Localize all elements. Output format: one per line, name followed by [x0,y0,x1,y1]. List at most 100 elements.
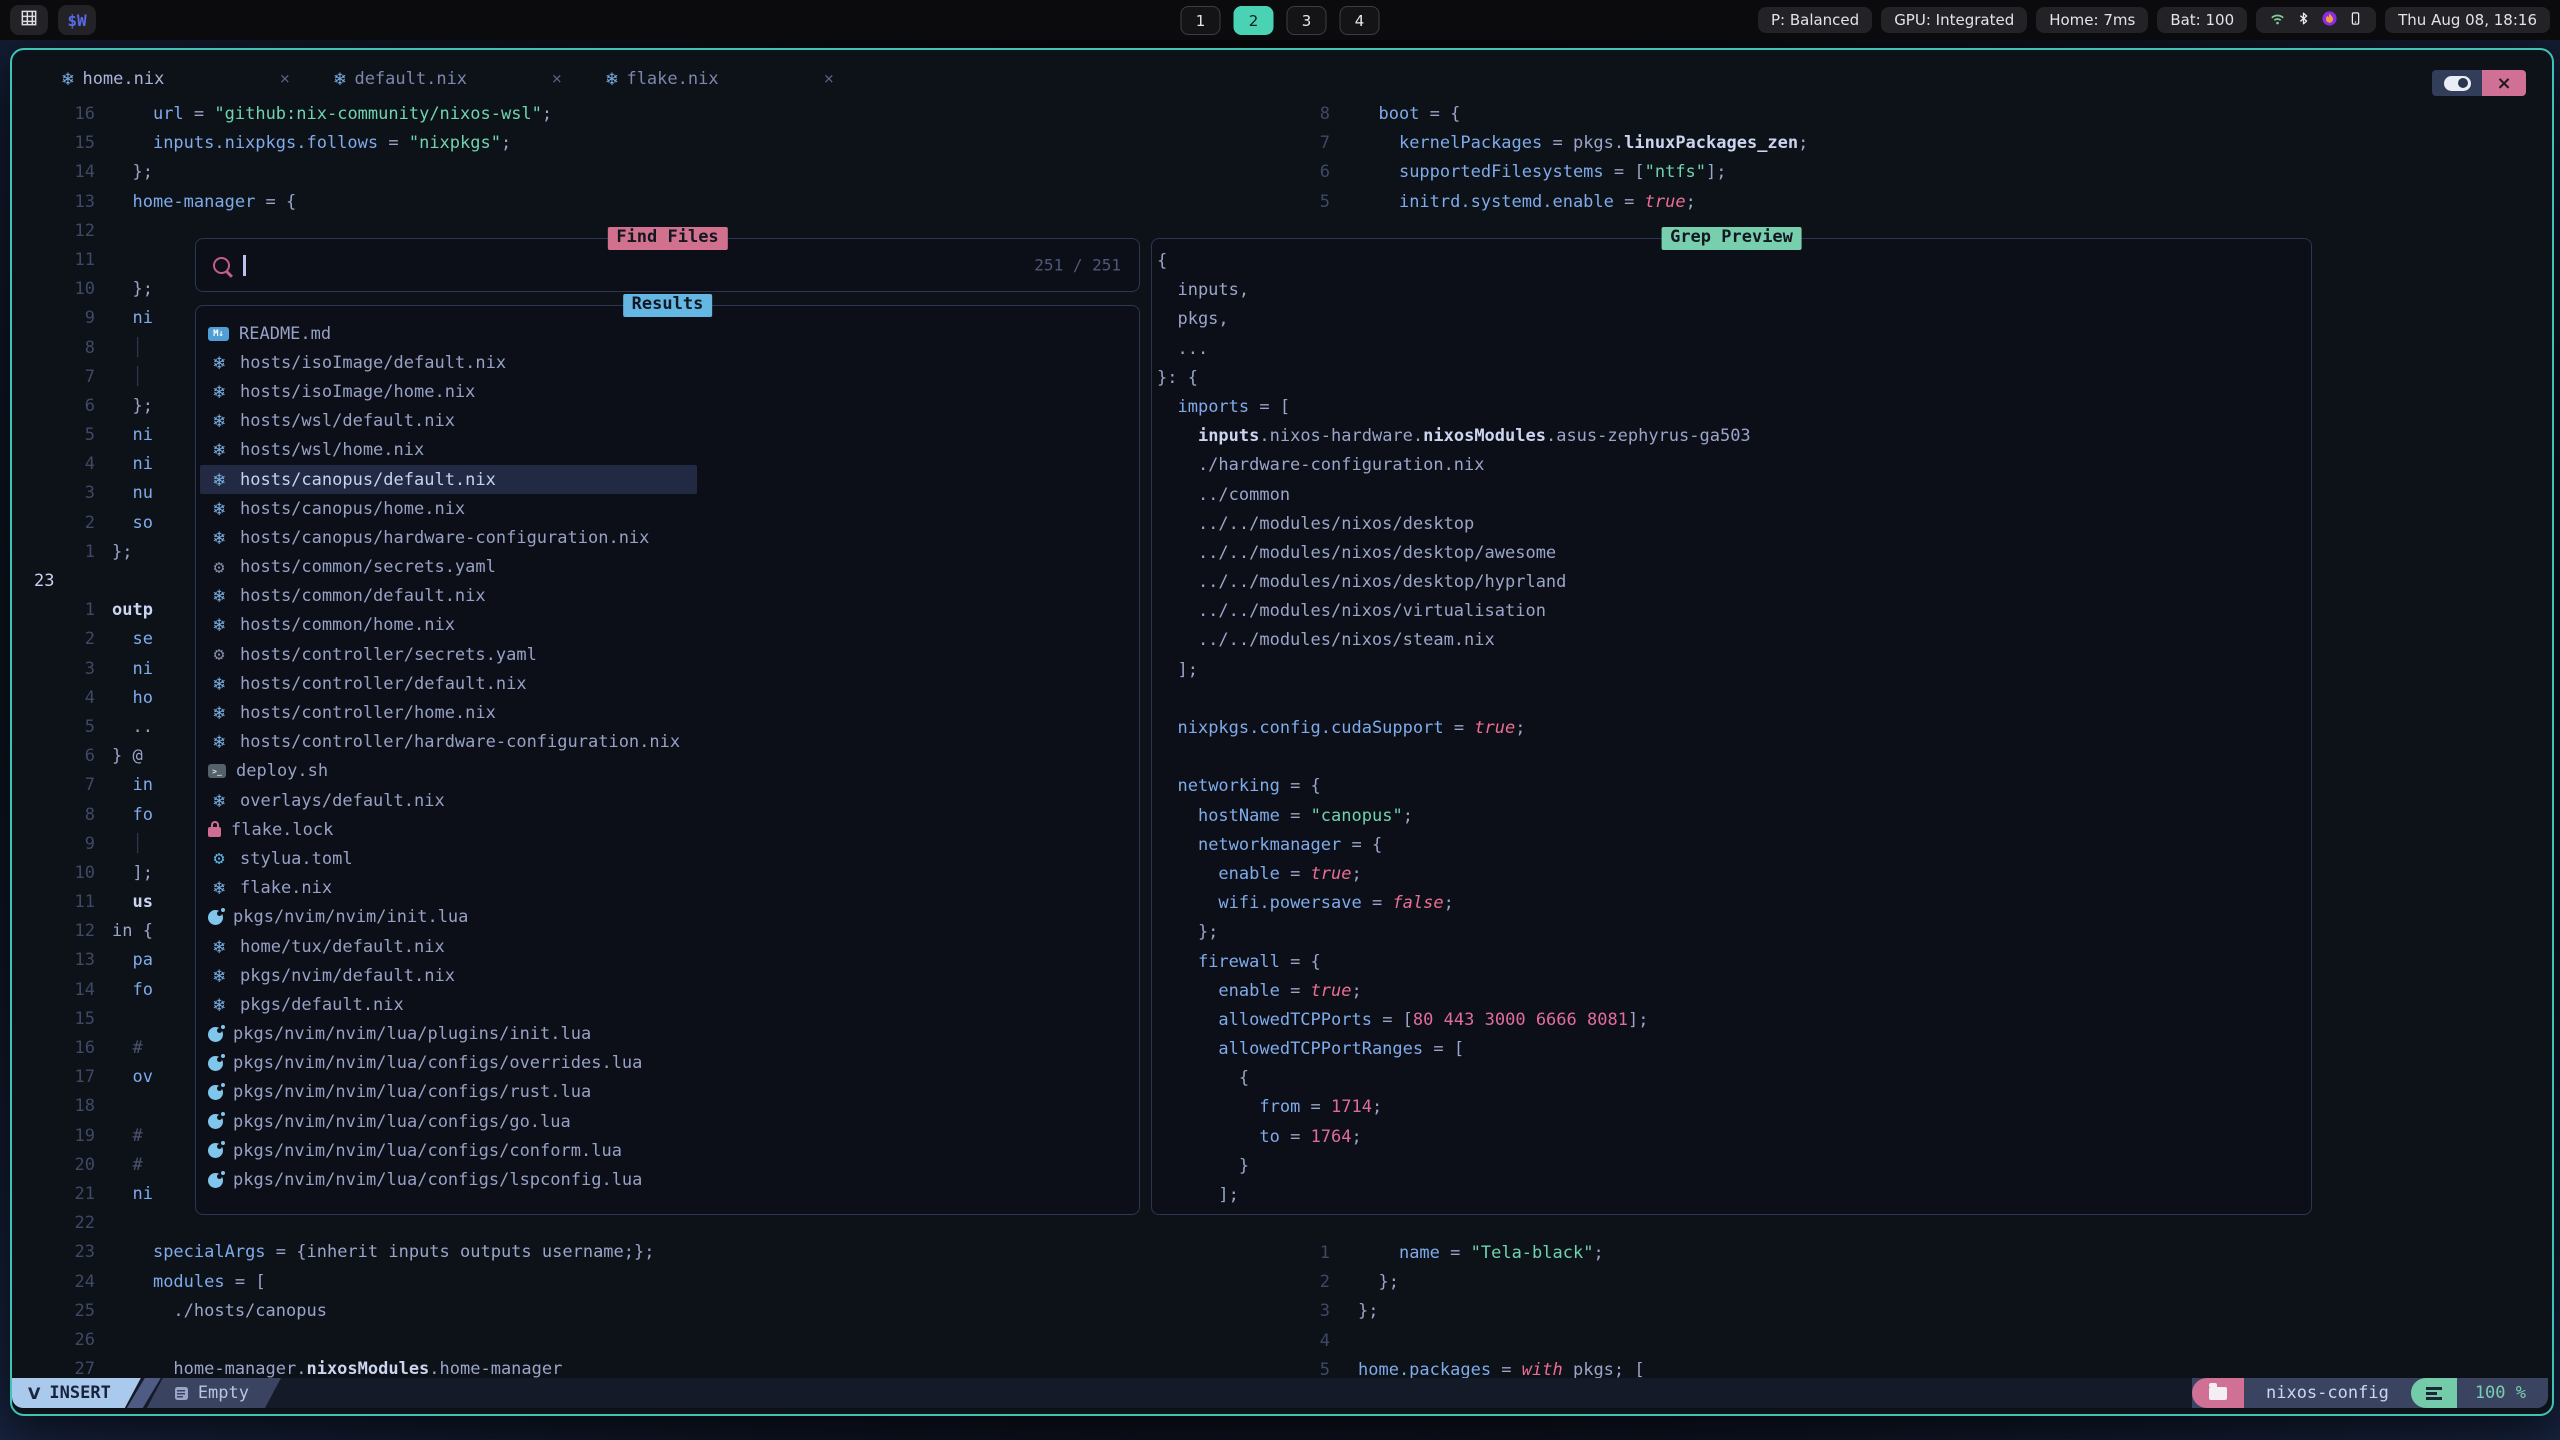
preview-line: networkmanager = { [1157,835,2311,864]
tab-flake.nix[interactable]: ❄flake.nix× [584,62,856,96]
tab-home.nix[interactable]: ❄ home.nix × [40,62,312,96]
code-text: # [112,1034,143,1063]
code-text: ov [112,1063,153,1092]
result-item[interactable]: deploy.sh [200,757,1139,786]
code-line: 15 inputs.nixpkgs.follows = "nixpkgs"; [12,129,1142,158]
result-item[interactable]: hosts/common/default.nix [200,582,1139,611]
result-item[interactable]: hosts/controller/home.nix [200,698,1139,727]
result-item[interactable]: pkgs/nvim/nvim/lua/configs/rust.lua [200,1078,1139,1107]
result-item[interactable]: hosts/canopus/home.nix [200,494,1139,523]
lua-file-icon [208,1027,223,1042]
line-number: 22 [12,1209,95,1238]
line-number: 9 [12,304,95,333]
result-label: overlays/default.nix [240,791,445,811]
result-item[interactable]: hosts/isoImage/home.nix [200,377,1139,406]
nix-file-icon [208,498,230,520]
line-number: 1 [12,538,95,567]
nix-file-icon [208,352,230,374]
result-item[interactable]: pkgs/nvim/nvim/lua/configs/conform.lua [200,1136,1139,1165]
result-item[interactable]: pkgs/default.nix [200,990,1139,1019]
code-text: ]; [112,859,153,888]
line-number: 24 [12,1268,95,1297]
power-profile-module[interactable]: P: Balanced [1758,7,1872,33]
line-number: 8 [12,334,95,363]
result-item[interactable]: hosts/controller/hardware-configuration.… [200,728,1139,757]
line-number: 23 [12,567,95,596]
toggle-button[interactable] [2432,70,2482,96]
result-item[interactable]: hosts/isoImage/default.nix [200,348,1139,377]
result-item[interactable]: hosts/controller/secrets.yaml [200,640,1139,669]
code-text: us [112,888,153,917]
result-item[interactable]: overlays/default.nix [200,786,1139,815]
result-label: README.md [239,324,331,344]
tab-close-icon[interactable]: × [552,69,562,89]
result-item[interactable]: pkgs/nvim/default.nix [200,961,1139,990]
line-number: 6 [12,392,95,421]
result-item[interactable]: hosts/controller/default.nix [200,669,1139,698]
code-text: │ [112,830,143,859]
mode-segment: INSERT [12,1378,141,1408]
result-item[interactable]: home/tux/default.nix [200,932,1139,961]
tab-close-icon[interactable]: × [280,69,290,89]
notification-icon[interactable] [2321,10,2338,31]
line-number: 17 [12,1063,95,1092]
result-item[interactable]: hosts/common/home.nix [200,611,1139,640]
preview-line: firewall = { [1157,952,2311,981]
tray-module[interactable] [2256,7,2376,33]
right-code-pane-bottom[interactable]: 1 name = "Tela-black";2 };3};45home.pack… [1280,1239,2530,1385]
app-launcher-button[interactable] [10,5,48,35]
bluetooth-icon[interactable] [2296,10,2311,31]
result-label: flake.nix [240,878,332,898]
phone-icon[interactable] [2348,10,2363,31]
lua-file-icon [208,1143,223,1158]
right-code-pane-top[interactable]: 8 boot = {7 kernelPackages = pkgs.linuxP… [1280,100,2530,217]
workspace-logo-button[interactable]: $W [58,5,96,35]
gpu-module[interactable]: GPU: Integrated [1881,7,2027,33]
code-line: 6 supportedFilesystems = ["ntfs"]; [1280,158,2530,187]
clock-module[interactable]: Thu Aug 08, 18:16 [2385,7,2550,33]
result-item[interactable]: hosts/wsl/default.nix [200,407,1139,436]
line-number: 5 [12,713,95,742]
code-text: # [112,1122,143,1151]
line-number: 6 [12,742,95,771]
preview-line: enable = true; [1157,981,2311,1010]
result-item[interactable]: flake.nix [200,874,1139,903]
workspace-button-2[interactable]: 2 [1234,6,1274,35]
preview-line [1157,689,2311,718]
result-item[interactable]: hosts/wsl/home.nix [200,436,1139,465]
tab-label: home.nix [82,69,164,89]
result-label: hosts/controller/secrets.yaml [240,645,537,665]
battery-module[interactable]: Bat: 100 [2157,7,2247,33]
result-item[interactable]: pkgs/nvim/nvim/lua/configs/overrides.lua [200,1049,1139,1078]
result-item[interactable]: pkgs/nvim/nvim/lua/configs/go.lua [200,1107,1139,1136]
result-item[interactable]: pkgs/nvim/nvim/lua/configs/lspconfig.lua [200,1165,1139,1194]
result-item[interactable]: README.md [200,319,1139,348]
tab-close-icon[interactable]: × [824,69,834,89]
workspace-button-4[interactable]: 4 [1340,6,1380,35]
line-number: 13 [12,188,95,217]
result-item[interactable]: hosts/common/secrets.yaml [200,553,1139,582]
ping-module[interactable]: Home: 7ms [2036,7,2148,33]
line-number: 8 [1280,100,1330,129]
lua-file-icon [208,1085,223,1100]
nix-file-icon [208,585,230,607]
nix-icon: ❄ [62,70,73,89]
result-item[interactable]: flake.lock [200,815,1139,844]
code-text: ni [112,1180,153,1209]
result-item[interactable]: pkgs/nvim/nvim/init.lua [200,903,1139,932]
result-item[interactable]: hosts/canopus/hardware-configuration.nix [200,523,1139,552]
tab-default.nix[interactable]: ❄default.nix× [312,62,584,96]
window-close-button[interactable]: × [2482,70,2526,96]
result-item[interactable]: pkgs/nvim/nvim/lua/plugins/init.lua [200,1020,1139,1049]
code-text: name = "Tela-black"; [1358,1239,1604,1268]
line-number: 11 [12,888,95,917]
result-item[interactable]: stylua.toml [200,844,1139,873]
workspace-button-3[interactable]: 3 [1287,6,1327,35]
result-item[interactable]: hosts/canopus/default.nix [200,465,697,494]
finder-search-input[interactable]: Find Files 251 / 251 [195,238,1140,292]
statusline-right: nixos-config 100 % [2192,1378,2548,1408]
result-label: hosts/wsl/home.nix [240,440,424,460]
workspace-button-1[interactable]: 1 [1181,6,1221,35]
wifi-icon[interactable] [2269,10,2286,31]
result-label: hosts/common/secrets.yaml [240,557,496,577]
